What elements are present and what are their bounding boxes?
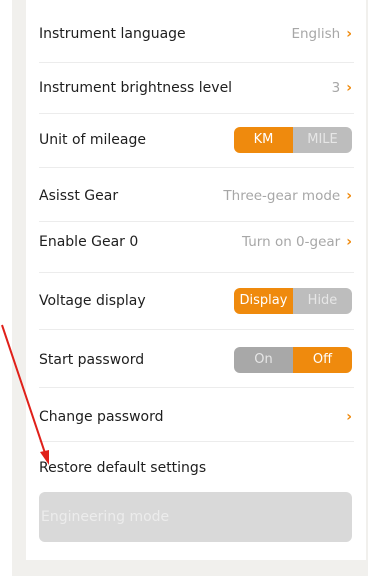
annotation-arrow-line [1, 324, 47, 457]
annotation-arrow-head [40, 450, 49, 465]
annotation-arrow-icon [1, 324, 49, 465]
